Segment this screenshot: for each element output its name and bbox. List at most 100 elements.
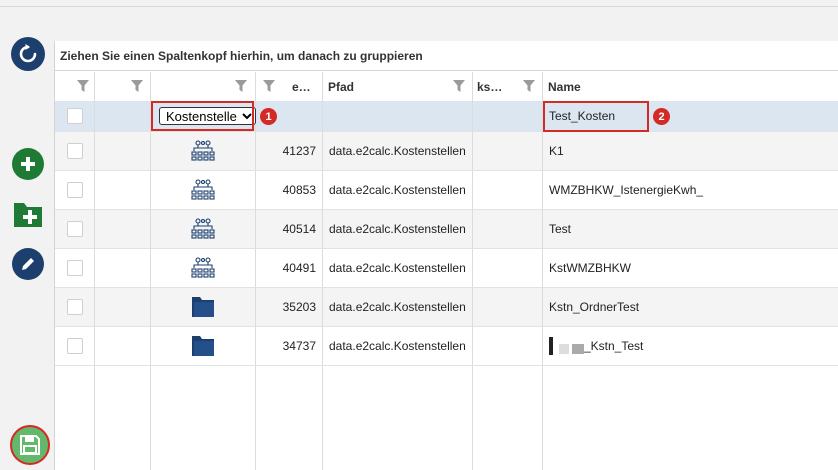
left-toolbar	[0, 0, 54, 470]
row-path: data.e2calc.Kostenstellen	[323, 210, 473, 248]
row-checkbox[interactable]	[67, 221, 83, 237]
row-name-cell: WMZBHKW_IstenergieKwh_	[543, 171, 838, 209]
filter-icon[interactable]	[77, 80, 89, 92]
row-checkbox[interactable]	[67, 299, 83, 315]
cost-center-icon	[191, 140, 215, 162]
cost-center-icon	[191, 179, 215, 201]
row-checkbox-cell	[55, 288, 95, 326]
row-empty-cell	[95, 101, 151, 131]
row-path: data.e2calc.Kostenstellen	[323, 249, 473, 287]
redacted-block	[549, 337, 553, 355]
row-name-cell: _Kstn_Test	[543, 327, 838, 365]
row-empty-cell	[95, 288, 151, 326]
header-col-name[interactable]: Name	[543, 72, 838, 102]
filter-icon[interactable]	[235, 80, 247, 92]
row-id: 40491	[256, 249, 323, 287]
highlight-name-input	[543, 101, 649, 132]
row-checkbox-cell	[55, 132, 95, 170]
header-col-2[interactable]	[95, 72, 151, 102]
annotation-badge-1: 1	[260, 108, 277, 125]
row-checkbox[interactable]	[67, 182, 83, 198]
folder-icon	[191, 296, 215, 318]
header-col-type[interactable]	[151, 72, 256, 102]
filter-icon[interactable]	[131, 80, 143, 92]
row-ks-cell	[473, 101, 543, 131]
table-row[interactable]: 34737 data.e2calc.Kostenstellen _Kstn_Test	[55, 327, 838, 366]
row-empty-cell	[95, 210, 151, 248]
row-path-cell	[323, 101, 473, 131]
group-drop-area[interactable]: Ziehen Sie einen Spaltenkopf hierhin, um…	[55, 41, 838, 71]
add-folder-button[interactable]	[12, 198, 46, 230]
filter-icon[interactable]	[453, 80, 465, 92]
top-divider	[0, 6, 838, 7]
row-name: _Kstn_Test	[584, 339, 644, 353]
header-path-label: Pfad	[328, 80, 355, 94]
edit-button[interactable]	[12, 248, 44, 280]
row-icon-cell	[151, 210, 256, 248]
header-col-path[interactable]: Pfad	[323, 72, 473, 102]
filter-icon[interactable]	[263, 80, 275, 92]
row-checkbox-cell	[55, 210, 95, 248]
row-name: Kstn_OrdnerTest	[549, 300, 640, 314]
row-empty-cell	[95, 249, 151, 287]
folder-icon	[191, 335, 215, 357]
row-ks	[473, 210, 543, 248]
row-checkbox-cell	[55, 101, 95, 131]
save-button[interactable]	[10, 425, 50, 465]
row-id: 34737	[256, 327, 323, 365]
header-checkbox	[55, 72, 95, 102]
header-name-label: Name	[548, 80, 581, 94]
table-row[interactable]: 41237 data.e2calc.Kostenstellen K1	[55, 132, 838, 171]
refresh-button[interactable]	[11, 37, 45, 71]
row-name: WMZBHKW_IstenergieKwh_	[549, 183, 704, 197]
row-ks	[473, 327, 543, 365]
folder-plus-icon	[14, 203, 42, 227]
row-id: 41237	[256, 132, 323, 170]
row-checkbox-cell	[55, 327, 95, 365]
table-row[interactable]: 40853 data.e2calc.Kostenstellen WMZBHKW_Is…	[55, 171, 838, 210]
row-checkbox[interactable]	[67, 143, 83, 159]
refresh-icon	[19, 44, 37, 63]
table-row[interactable]: 40514 data.e2calc.Kostenstellen Test	[55, 210, 838, 249]
row-ks	[473, 132, 543, 170]
row-path: data.e2calc.Kostenstellen	[323, 132, 473, 170]
row-icon-cell	[151, 327, 256, 365]
header-col-id[interactable]: e…	[256, 72, 323, 102]
row-id: 35203	[256, 288, 323, 326]
pencil-icon	[22, 258, 34, 270]
row-checkbox[interactable]	[67, 260, 83, 276]
row-name: KstWMZBHKW	[549, 261, 631, 275]
row-empty-cell	[95, 327, 151, 365]
row-ks	[473, 288, 543, 326]
row-name: K1	[549, 144, 564, 158]
redacted-block	[572, 344, 584, 354]
row-path: data.e2calc.Kostenstellen	[323, 288, 473, 326]
table-row[interactable]: 40491 data.e2calc.Kostenstellen KstWMZBHKW	[55, 249, 838, 288]
row-name-cell: K1	[543, 132, 838, 170]
row-name: Test	[549, 222, 572, 236]
row-checkbox[interactable]	[67, 108, 83, 124]
redacted-block	[559, 344, 569, 354]
highlight-type-select	[151, 101, 254, 131]
row-id: 40853	[256, 171, 323, 209]
table-row[interactable]: 35203 data.e2calc.Kostenstellen Kstn_Ordne…	[55, 288, 838, 327]
floppy-disk-icon	[20, 435, 40, 455]
header-col-ks[interactable]: ks…	[473, 72, 543, 102]
row-icon-cell	[151, 171, 256, 209]
annotation-badge-2: 2	[653, 108, 670, 125]
row-path: data.e2calc.Kostenstellen	[323, 327, 473, 365]
row-name-cell: KstWMZBHKW	[543, 249, 838, 287]
cost-center-icon	[191, 218, 215, 240]
row-icon-cell	[151, 249, 256, 287]
row-empty-cell	[95, 132, 151, 170]
row-name-cell: Kstn_OrdnerTest	[543, 288, 838, 326]
row-icon-cell	[151, 288, 256, 326]
row-id: 40514	[256, 210, 323, 248]
add-button[interactable]	[12, 148, 44, 180]
cost-center-icon	[191, 257, 215, 279]
row-ks	[473, 249, 543, 287]
row-checkbox[interactable]	[67, 338, 83, 354]
filter-icon[interactable]	[523, 80, 535, 92]
row-icon-cell	[151, 132, 256, 170]
row-name-cell: Test	[543, 210, 838, 248]
